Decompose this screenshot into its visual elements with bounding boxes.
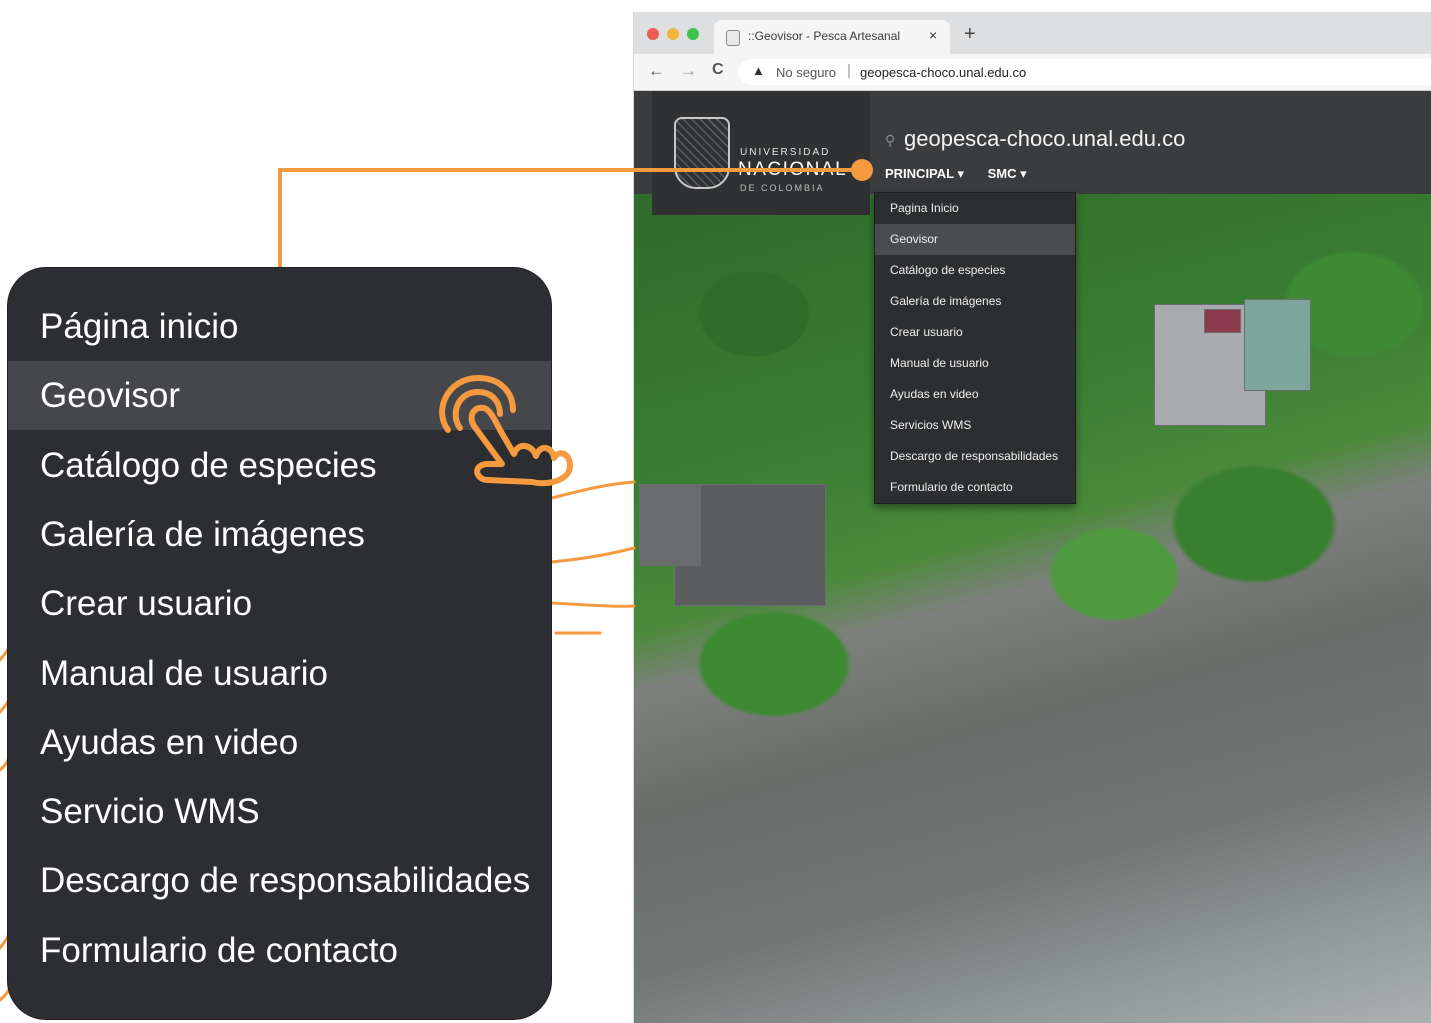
logo-text-line1: UNIVERSIDAD <box>740 147 831 158</box>
house-roof <box>639 484 701 566</box>
security-label[interactable]: No seguro <box>776 65 836 80</box>
house-roof <box>1244 299 1311 391</box>
maximize-window-button[interactable] <box>687 28 699 40</box>
zoom-menu-item[interactable]: Página inicio <box>8 292 551 361</box>
close-window-button[interactable] <box>647 28 659 40</box>
dropdown-item[interactable]: Catálogo de especies <box>875 255 1075 286</box>
principal-dropdown: Pagina Inicio Geovisor Catálogo de especie… <box>874 192 1076 504</box>
university-seal-icon <box>674 117 730 189</box>
warning-triangle-icon[interactable]: ▲ <box>752 63 765 78</box>
reload-button[interactable]: C <box>712 61 724 79</box>
dropdown-item[interactable]: Geovisor <box>875 224 1075 255</box>
tab-close-button[interactable]: × <box>929 27 937 43</box>
location-pin-icon: ⚲ <box>885 132 896 148</box>
browser-tab[interactable]: ::Geovisor - Pesca Artesanal × <box>714 20 950 54</box>
dropdown-item[interactable]: Ayudas en video <box>875 379 1075 410</box>
minimize-window-button[interactable] <box>667 28 679 40</box>
dropdown-item[interactable]: Descargo de responsabilidades <box>875 441 1075 472</box>
site-title[interactable]: geopesca-choco.unal.edu.co <box>904 126 1185 152</box>
url-separator: | <box>847 62 851 79</box>
back-button[interactable]: ← <box>648 61 665 81</box>
logo-text-line3: DE COLOMBIA <box>740 183 825 193</box>
dropdown-item[interactable]: Manual de usuario <box>875 348 1075 379</box>
tap-hand-icon <box>439 375 573 487</box>
site-favicon-icon <box>726 30 740 46</box>
zoom-menu-item[interactable]: Crear usuario <box>8 569 551 638</box>
zoom-menu-item[interactable]: Formulario de contacto <box>8 916 551 985</box>
zoom-menu-item[interactable]: Descargo de responsabilidades <box>8 846 551 915</box>
house-roof <box>1204 309 1241 333</box>
dropdown-item[interactable]: Pagina Inicio <box>875 193 1075 224</box>
zoom-menu-item[interactable]: Servicio WMS <box>8 777 551 846</box>
url-text[interactable]: geopesca-choco.unal.edu.co <box>860 65 1026 80</box>
tab-title: ::Geovisor - Pesca Artesanal <box>748 29 901 43</box>
forward-button[interactable]: → <box>680 61 697 81</box>
university-logo[interactable]: UNIVERSIDAD NACIONAL DE COLOMBIA <box>652 91 870 215</box>
zoom-menu-item[interactable]: Galería de imágenes <box>8 500 551 569</box>
dropdown-item[interactable]: Formulario de contacto <box>875 472 1075 503</box>
dropdown-item[interactable]: Crear usuario <box>875 317 1075 348</box>
nav-smc-menu[interactable]: SMC ▾ <box>988 166 1027 181</box>
top-nav: PRINCIPAL ▾ SMC ▾ <box>885 166 1047 182</box>
browser-window: ::Geovisor - Pesca Artesanal × + ← → C ▲… <box>634 12 1431 1023</box>
nav-principal-menu[interactable]: PRINCIPAL ▾ <box>885 166 964 181</box>
tab-bar: ::Geovisor - Pesca Artesanal × + <box>634 12 1431 54</box>
zoom-menu-item[interactable]: Ayudas en video <box>8 708 551 777</box>
address-bar: ← → C ▲ No seguro | geopesca-choco.unal.… <box>634 54 1431 91</box>
zoom-menu-item[interactable]: Manual de usuario <box>8 639 551 708</box>
dropdown-item[interactable]: Galería de imágenes <box>875 286 1075 317</box>
logo-text-line2: NACIONAL <box>738 159 848 180</box>
dropdown-item[interactable]: Servicios WMS <box>875 410 1075 441</box>
url-input[interactable]: ▲ No seguro | geopesca-choco.unal.edu.co <box>738 59 1431 85</box>
new-tab-button[interactable]: + <box>964 23 976 46</box>
